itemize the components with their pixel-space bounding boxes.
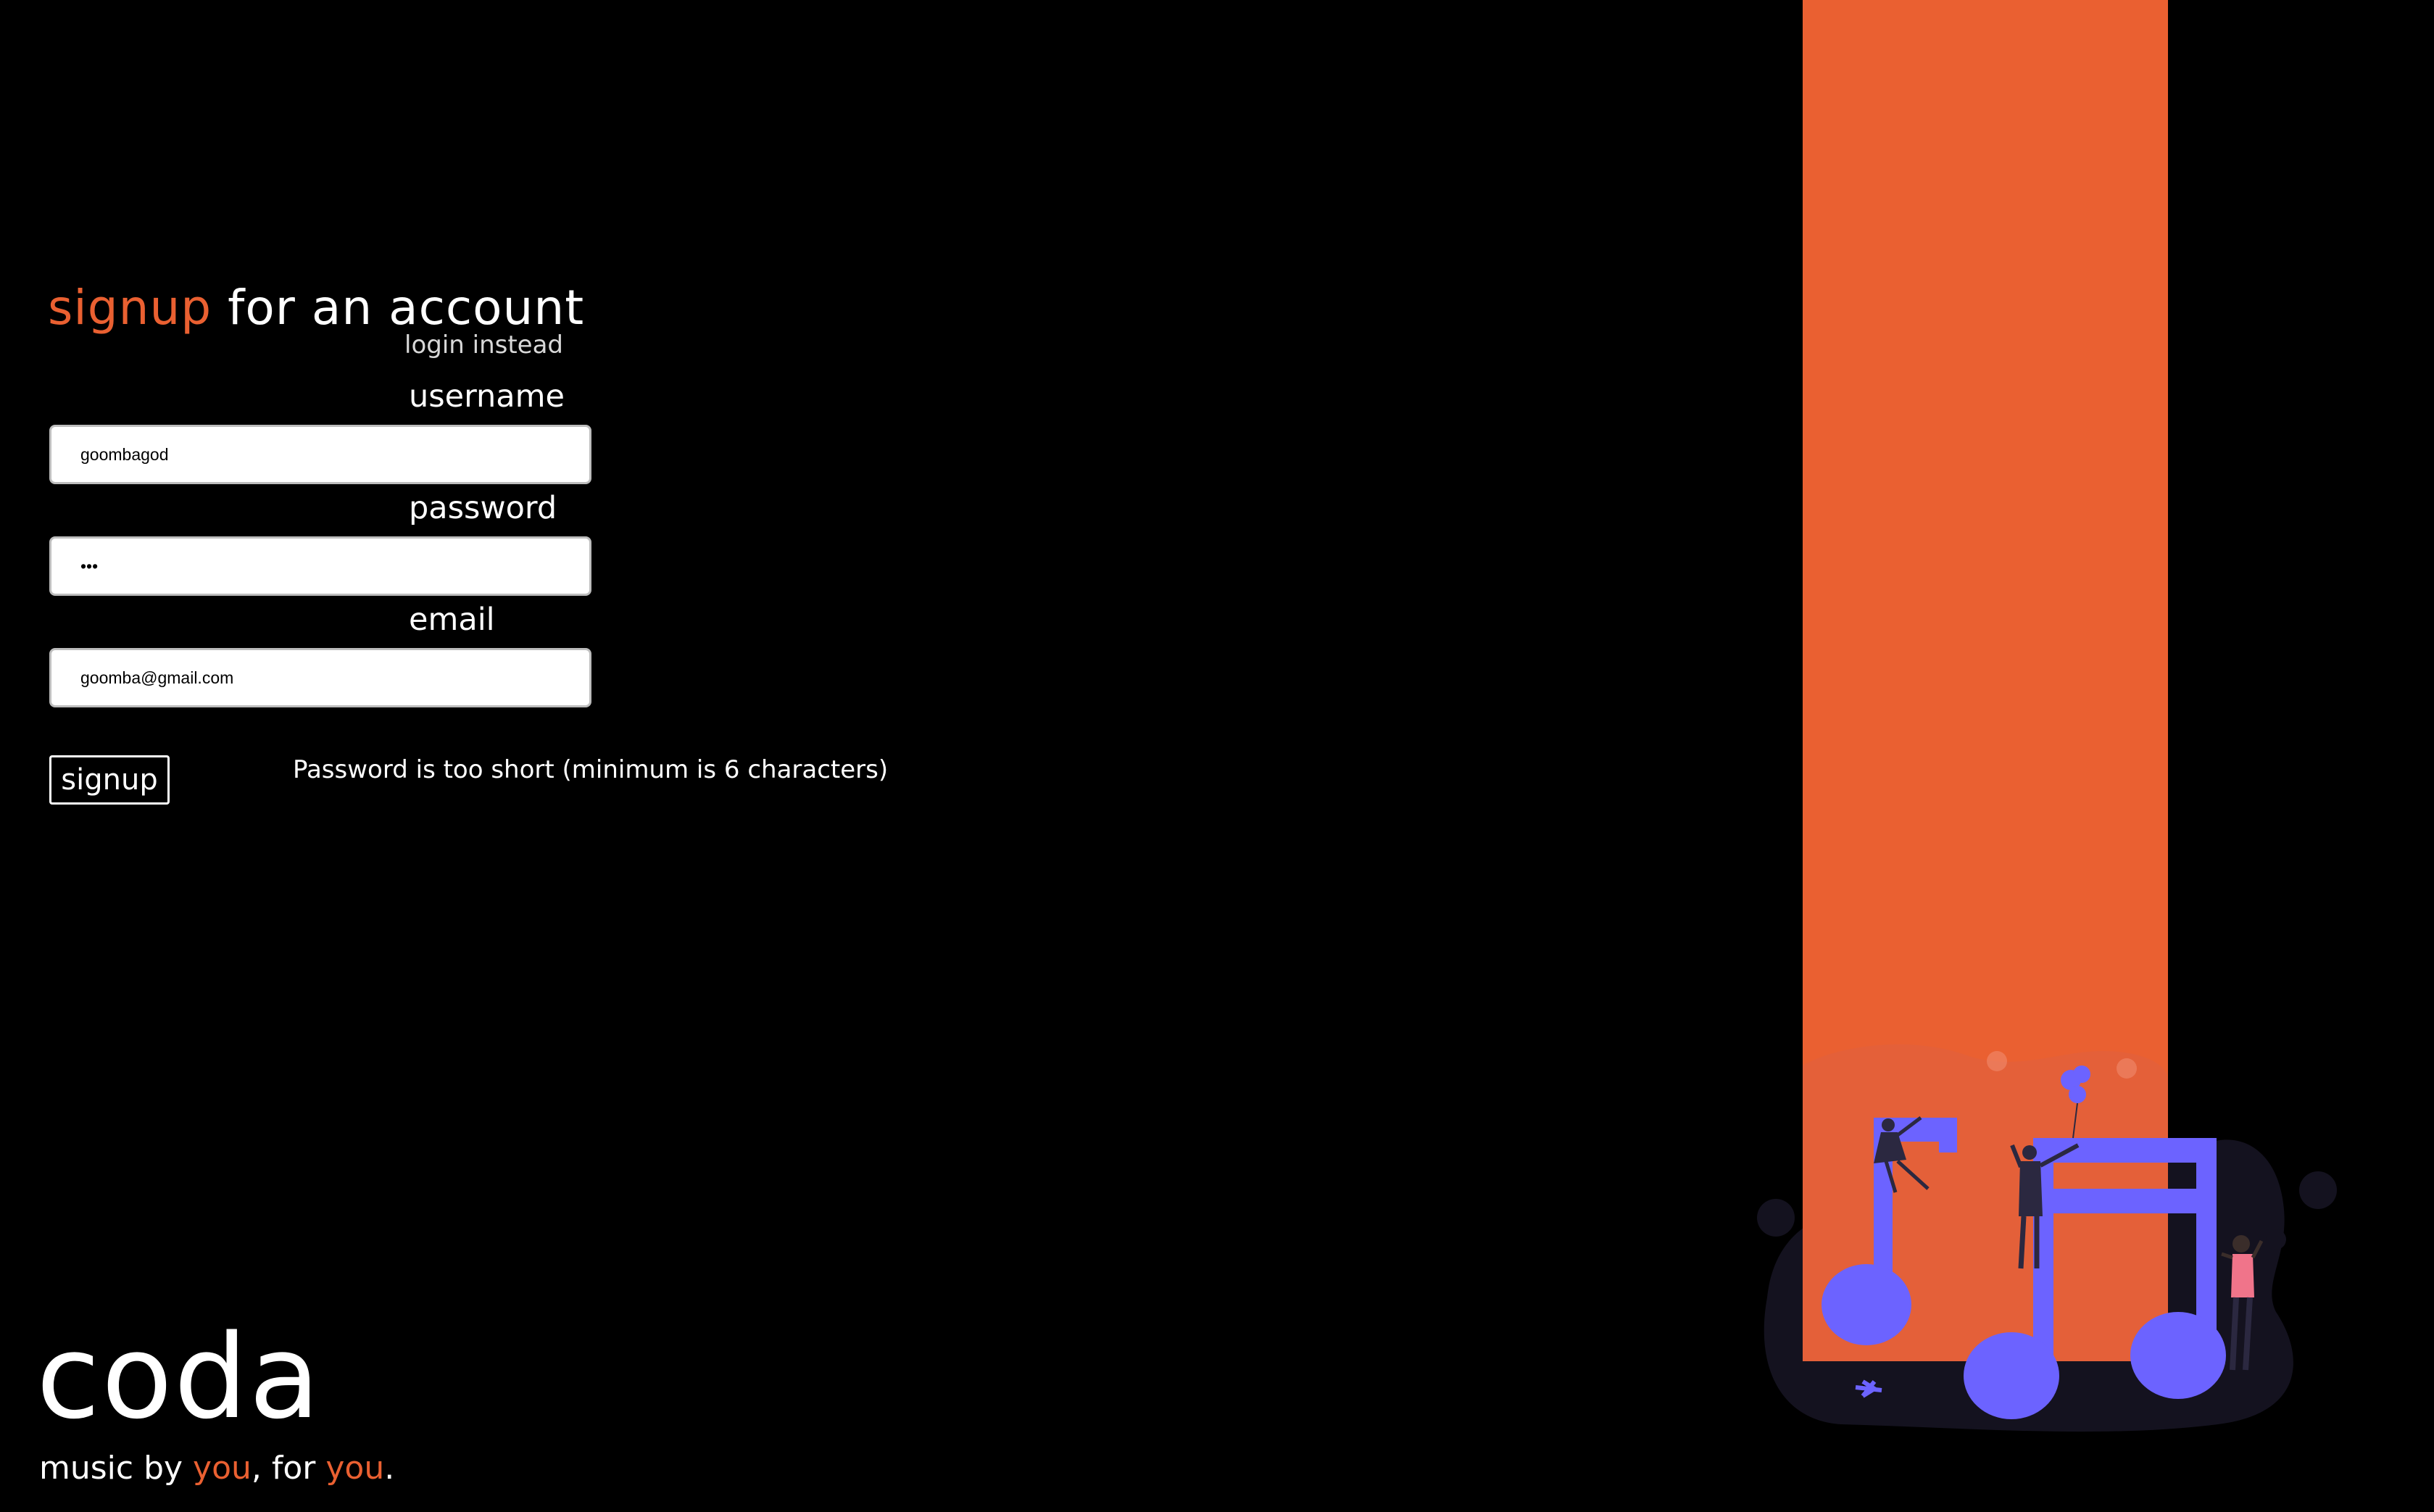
tagline-text: music by xyxy=(39,1450,194,1487)
tagline-text: . xyxy=(384,1450,395,1487)
username-input[interactable] xyxy=(49,425,591,484)
signup-page: signup for an account login instead user… xyxy=(0,0,2434,1512)
password-input[interactable] xyxy=(49,536,591,596)
password-label: password xyxy=(409,490,557,526)
title-accent: signup xyxy=(48,280,212,336)
tagline-text: , for xyxy=(251,1450,326,1487)
username-label: username xyxy=(409,378,565,415)
tagline-you: you xyxy=(193,1450,252,1487)
tagline-you: you xyxy=(325,1450,385,1487)
error-message: Password is too short (minimum is 6 char… xyxy=(293,755,889,784)
coda-logo: coda xyxy=(36,1309,322,1445)
email-input[interactable] xyxy=(49,648,591,707)
tagline: music by you, for you. xyxy=(39,1450,394,1487)
music-notes-people-icon xyxy=(1757,1037,2337,1432)
login-instead-link[interactable]: login instead xyxy=(404,331,563,360)
signup-button[interactable]: signup xyxy=(49,755,170,805)
title-rest: for an account xyxy=(212,280,585,336)
email-label: email xyxy=(409,602,495,638)
page-title: signup for an account xyxy=(48,280,584,336)
